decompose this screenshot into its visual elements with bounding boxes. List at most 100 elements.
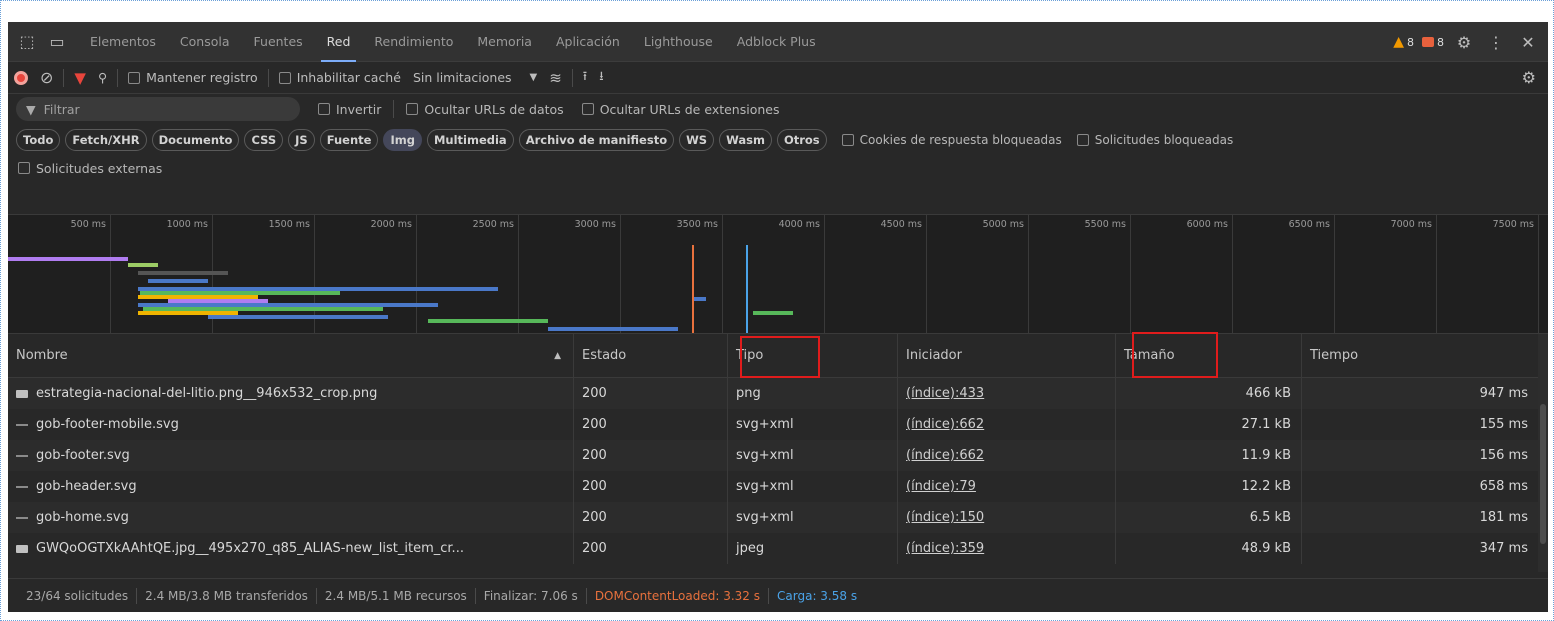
cell-initiator-text: (índice):433 [906, 386, 985, 401]
cell-name: gob-footer.svg [8, 440, 574, 471]
table-row[interactable]: gob-footer-mobile.svg 200 svg+xml (índice):… [8, 409, 1538, 440]
export-har-button[interactable]: ⭳ [593, 62, 609, 94]
cell-initiator[interactable]: (índice):662 [898, 409, 1116, 440]
chip-document[interactable]: Documento [151, 129, 240, 151]
tab-console[interactable]: Consola [168, 22, 242, 62]
clear-button[interactable]: ⊘ [34, 62, 59, 94]
cell-initiator[interactable]: (índice):150 [898, 502, 1116, 533]
timeline-tick-label: 3000 ms [574, 219, 616, 230]
checkbox-icon [318, 103, 330, 115]
timeline-gridline [518, 215, 519, 335]
chip-all[interactable]: Todo [16, 129, 61, 151]
funnel-icon: ▼ [74, 68, 86, 87]
cell-initiator-text: (índice):79 [906, 479, 976, 494]
preserve-log-label: Mantener registro [146, 70, 258, 85]
tab-elements[interactable]: Elementos [78, 22, 168, 62]
cell-status: 200 [574, 409, 728, 440]
cell-name-text: gob-footer.svg [36, 448, 130, 463]
timeline-gridline [1436, 215, 1437, 335]
chip-fetch-xhr[interactable]: Fetch/XHR [65, 129, 147, 151]
column-header-initiator-label: Iniciador [906, 348, 962, 363]
download-icon: ⭳ [599, 68, 604, 83]
tab-sources[interactable]: Fuentes [242, 22, 315, 62]
filter-placeholder: Filtrar [43, 101, 80, 117]
chip-other[interactable]: Otros [776, 129, 827, 151]
blocked-cookies-checkbox[interactable]: Cookies de respuesta bloqueadas [841, 133, 1062, 147]
cell-name: gob-home.svg [8, 502, 574, 533]
cell-initiator[interactable]: (índice):79 [898, 471, 1116, 502]
more-options-icon[interactable]: ⋮ [1484, 33, 1508, 52]
network-overview-timeline[interactable]: 500 ms 1000 ms 1500 ms 2000 ms 2500 ms 3000 m… [8, 214, 1548, 335]
devtools-tab-bar: ⬚ ▭ Elementos Consola Fuentes Red Rendim… [8, 22, 1548, 62]
cell-name-text: gob-header.svg [36, 479, 137, 494]
cell-size-text: 12.2 kB [1241, 479, 1291, 494]
chip-font[interactable]: Fuente [319, 129, 379, 151]
tab-network[interactable]: Red [315, 22, 363, 62]
timeline-request-bar [692, 297, 706, 301]
tabs-right-controls: ▲ 8 8 ⚙ ⋮ ✕ [1393, 22, 1540, 62]
cell-initiator[interactable]: (índice):433 [898, 378, 1116, 409]
chip-media[interactable]: Multimedia [426, 129, 514, 151]
cell-type: png [728, 378, 898, 409]
device-toolbar-icon[interactable]: ▭ [46, 31, 68, 53]
chip-css[interactable]: CSS [244, 129, 284, 151]
timeline-tick-label: 6000 ms [1186, 219, 1228, 230]
invert-checkbox[interactable]: Invertir [318, 102, 381, 117]
column-header-status[interactable]: Estado [574, 334, 728, 378]
cell-time: 156 ms [1302, 440, 1538, 471]
network-conditions-button[interactable]: ≋ [543, 62, 568, 94]
image-file-icon [16, 389, 28, 398]
search-button[interactable]: ⚲ [92, 62, 113, 94]
table-row[interactable]: gob-header.svg 200 svg+xml (índice):79 12.2 … [8, 471, 1538, 502]
chip-wasm[interactable]: Wasm [719, 129, 772, 151]
table-row[interactable]: gob-home.svg 200 svg+xml (índice):150 6.5 kB… [8, 502, 1538, 533]
warnings-badge[interactable]: ▲ 8 [1393, 34, 1414, 50]
toolbar-divider [267, 68, 269, 87]
throttling-select[interactable]: Sin limitaciones ▼ [407, 62, 543, 94]
third-party-checkbox[interactable]: Solicitudes externas [8, 156, 1548, 180]
column-header-initiator[interactable]: Iniciador [898, 334, 1116, 378]
errors-badge[interactable]: 8 [1422, 36, 1444, 49]
chip-img[interactable]: Img [383, 129, 422, 151]
inspect-element-icon[interactable]: ⬚ [16, 31, 38, 53]
column-header-time[interactable]: Tiempo [1302, 334, 1538, 378]
cell-status-text: 200 [582, 417, 607, 432]
hide-data-urls-checkbox[interactable]: Ocultar URLs de datos [406, 102, 564, 117]
tab-application[interactable]: Aplicación [544, 22, 632, 62]
scrollbar-thumb[interactable] [1540, 404, 1546, 544]
chip-ws[interactable]: WS [679, 129, 715, 151]
record-button[interactable] [8, 62, 34, 94]
invert-label: Invertir [336, 101, 382, 117]
disable-cache-checkbox[interactable]: Inhabilitar caché [273, 62, 407, 94]
preserve-log-checkbox[interactable]: Mantener registro [122, 62, 264, 94]
chip-js[interactable]: JS [288, 129, 315, 151]
network-settings-button[interactable]: ⚙ [1516, 62, 1542, 94]
cell-status: 200 [574, 378, 728, 409]
dom-content-loaded-marker [692, 245, 694, 333]
error-icon [1422, 37, 1434, 47]
tab-adblock-plus[interactable]: Adblock Plus [725, 22, 828, 62]
filter-input[interactable]: ▼ Filtrar [16, 97, 300, 121]
cell-size: 11.9 kB [1116, 440, 1302, 471]
tab-performance[interactable]: Rendimiento [362, 22, 465, 62]
checkbox-icon [1076, 134, 1089, 146]
column-header-name[interactable]: Nombre ▲ [8, 334, 574, 378]
tab-memory[interactable]: Memoria [465, 22, 544, 62]
settings-gear-icon[interactable]: ⚙ [1452, 33, 1476, 52]
chip-manifest[interactable]: Archivo de manifiesto [518, 129, 675, 151]
table-scrollbar[interactable] [1538, 334, 1548, 572]
cell-status: 200 [574, 502, 728, 533]
close-icon[interactable]: ✕ [1516, 33, 1540, 52]
timeline-tick-label: 7500 ms [1492, 219, 1534, 230]
table-row[interactable]: GWQoOGTXkAAhtQE.jpg__495x270_q85_ALIAS-n… [8, 533, 1538, 564]
tab-lighthouse[interactable]: Lighthouse [632, 22, 725, 62]
hide-extension-urls-checkbox[interactable]: Ocultar URLs de extensiones [581, 102, 780, 117]
filter-toggle-button[interactable]: ▼ [68, 62, 92, 94]
blocked-requests-checkbox[interactable]: Solicitudes bloqueadas [1076, 133, 1233, 147]
import-har-button[interactable]: ⭱ [577, 62, 593, 94]
toolbar-divider [117, 68, 119, 87]
table-row[interactable]: gob-footer.svg 200 svg+xml (índice):662 11.9… [8, 440, 1538, 471]
cell-initiator[interactable]: (índice):359 [898, 533, 1116, 564]
table-row[interactable]: estrategia-nacional-del-litio.png__946x5… [8, 378, 1538, 409]
cell-initiator[interactable]: (índice):662 [898, 440, 1116, 471]
